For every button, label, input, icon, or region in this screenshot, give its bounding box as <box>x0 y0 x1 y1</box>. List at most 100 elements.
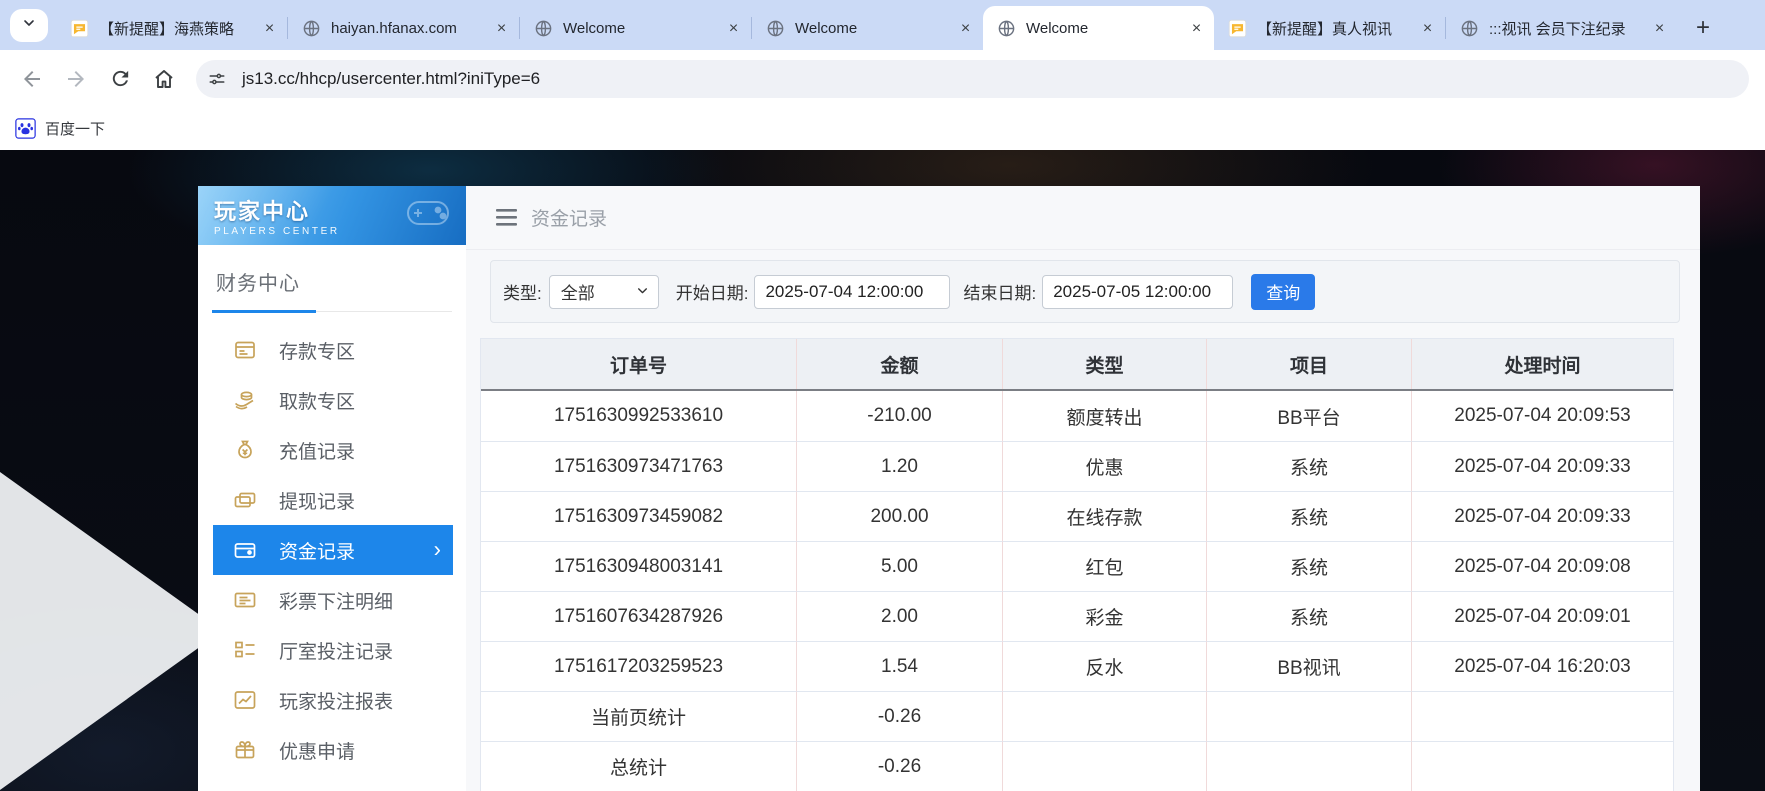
reload-button[interactable] <box>102 61 138 97</box>
tab-title: 【新提醒】海燕策略 <box>99 18 254 39</box>
sidebar-item-withdraw[interactable]: 取款专区› <box>213 375 453 425</box>
sidebar-item-moneybag[interactable]: 充值记录› <box>213 425 453 475</box>
sidebar-item-label: 厅室投注记录 <box>279 637 393 664</box>
report-icon <box>233 688 257 712</box>
table-header-cell: 订单号 <box>481 339 797 389</box>
end-date-input[interactable] <box>1042 275 1233 309</box>
deposit-icon <box>233 338 257 362</box>
tab-title: :::视讯 会员下注纪录 <box>1489 18 1644 39</box>
home-button[interactable] <box>146 61 182 97</box>
section-title: 财务中心 <box>216 267 452 296</box>
table-cell <box>1412 691 1673 741</box>
sidebar-item-label: 充值记录 <box>279 437 355 464</box>
browser-tab[interactable]: :::视讯 会员下注纪录 × <box>1446 6 1677 50</box>
moneybag-icon <box>233 438 257 462</box>
home-icon <box>152 67 176 91</box>
menu-toggle-icon[interactable] <box>496 209 517 226</box>
start-date-input[interactable] <box>754 275 950 309</box>
tab-close-icon[interactable]: × <box>260 19 279 38</box>
table-cell <box>1207 691 1412 741</box>
table-cell: 在线存款 <box>1003 491 1207 541</box>
page-header: 资金记录 <box>466 186 1700 250</box>
sidebar-section: 财务中心 <box>198 245 466 313</box>
globe-icon <box>766 19 785 38</box>
type-select[interactable]: 全部 <box>549 275 659 309</box>
webpage-background: 玩家中心 PLAYERS CENTER 财务中心 存款专区›取款专区›充值记录›… <box>0 150 1765 791</box>
url-text[interactable]: js13.cc/hhcp/usercenter.html?iniType=6 <box>242 69 540 89</box>
tab-close-icon[interactable]: × <box>956 19 975 38</box>
tab-close-icon[interactable]: × <box>1650 19 1669 38</box>
hall-icon <box>233 638 257 662</box>
table-header-cell: 项目 <box>1207 339 1412 389</box>
table-cell: 系统 <box>1207 591 1412 641</box>
type-label: 类型: <box>503 279 542 304</box>
globe-icon <box>302 19 321 38</box>
forward-button[interactable] <box>58 61 94 97</box>
browser-tab[interactable]: 【新提醒】真人视讯 × <box>1214 6 1445 50</box>
tab-title: Welcome <box>563 20 718 37</box>
tab-title: Welcome <box>795 20 950 37</box>
table-header-cell: 处理时间 <box>1412 339 1673 389</box>
sidebar-item-label: 提现记录 <box>279 487 355 514</box>
browser-tab[interactable]: Welcome × <box>752 6 983 50</box>
table-cell: 2.00 <box>797 591 1003 641</box>
sidebar-item-report[interactable]: 玩家投注报表› <box>213 675 453 725</box>
tab-search-button[interactable] <box>10 9 48 42</box>
sidebar-item-hall[interactable]: 厅室投注记录› <box>213 625 453 675</box>
withdraw-icon <box>233 388 257 412</box>
sidebar-item-deposit[interactable]: 存款专区› <box>213 325 453 375</box>
table-header-cell: 类型 <box>1003 339 1207 389</box>
gamepad-icon <box>402 194 454 239</box>
browser-tab[interactable]: haiyan.hfanax.com× <box>288 6 519 50</box>
sidebar-item-gift[interactable]: 优惠申请› <box>213 725 453 775</box>
players-center-sidebar: 玩家中心 PLAYERS CENTER 财务中心 存款专区›取款专区›充值记录›… <box>198 186 466 791</box>
globe-icon <box>1460 19 1479 38</box>
search-button[interactable]: 查询 <box>1251 274 1315 310</box>
table-cell <box>1003 691 1207 741</box>
tab-close-icon[interactable]: × <box>492 19 511 38</box>
table-cell: 红包 <box>1003 541 1207 591</box>
back-button[interactable] <box>14 61 50 97</box>
address-bar[interactable]: js13.cc/hhcp/usercenter.html?iniType=6 <box>196 60 1749 98</box>
ticket-icon <box>233 588 257 612</box>
tab-close-icon[interactable]: × <box>724 19 743 38</box>
table-row: 17516309734717631.20优惠系统2025-07-04 20:09… <box>481 441 1673 491</box>
table-cell: -0.26 <box>797 691 1003 741</box>
table-cell <box>1207 741 1412 791</box>
sidebar-item-label: 优惠申请记录 <box>279 787 393 791</box>
table-cell: 当前页统计 <box>481 691 797 741</box>
sidebar-item-wallet[interactable]: 资金记录› <box>213 525 453 575</box>
bookmark-baidu[interactable]: 百度一下 <box>45 118 105 139</box>
table-cell: 彩金 <box>1003 591 1207 641</box>
chevron-down-icon <box>21 15 37 36</box>
sidebar-item-cash[interactable]: 提现记录› <box>213 475 453 525</box>
table-row: 1751630973459082200.00在线存款系统2025-07-04 2… <box>481 491 1673 541</box>
browser-tab[interactable]: Welcome × <box>520 6 751 50</box>
select-chevron-icon <box>636 282 649 302</box>
cash-icon <box>233 488 257 512</box>
table-header-row: 订单号金额类型项目处理时间 <box>481 339 1673 391</box>
sidebar-item-ticket[interactable]: 彩票下注明细› <box>213 575 453 625</box>
table-cell: 2025-07-04 16:20:03 <box>1412 641 1673 691</box>
forum-icon <box>1228 19 1247 38</box>
browser-tab[interactable]: 【新提醒】海燕策略 × <box>56 6 287 50</box>
site-settings-button[interactable] <box>202 64 232 94</box>
table-cell: 2025-07-04 20:09:08 <box>1412 541 1673 591</box>
browser-tab-active[interactable]: Welcome× <box>983 6 1214 50</box>
sidebar-item-listicon[interactable]: 优惠申请记录› <box>213 775 453 791</box>
new-tab-button[interactable]: + <box>1687 12 1719 44</box>
tab-title: 【新提醒】真人视讯 <box>1257 18 1412 39</box>
table-cell: 1751630948003141 <box>481 541 797 591</box>
table-cell: BB视讯 <box>1207 641 1412 691</box>
table-cell: 1.20 <box>797 441 1003 491</box>
table-cell: 2025-07-04 20:09:53 <box>1412 391 1673 441</box>
browser-toolbar: js13.cc/hhcp/usercenter.html?iniType=6 <box>0 50 1765 107</box>
sidebar-menu: 存款专区›取款专区›充值记录›提现记录›资金记录›彩票下注明细›厅室投注记录›玩… <box>198 325 466 791</box>
tab-close-icon[interactable]: × <box>1187 19 1206 38</box>
sidebar-banner: 玩家中心 PLAYERS CENTER <box>198 186 466 245</box>
tab-list: 【新提醒】海燕策略×haiyan.hfanax.com×Welcome×Welc… <box>56 6 1719 50</box>
table-cell: 2025-07-04 20:09:01 <box>1412 591 1673 641</box>
baidu-favicon <box>15 118 36 139</box>
table-cell: -210.00 <box>797 391 1003 441</box>
tab-close-icon[interactable]: × <box>1418 19 1437 38</box>
